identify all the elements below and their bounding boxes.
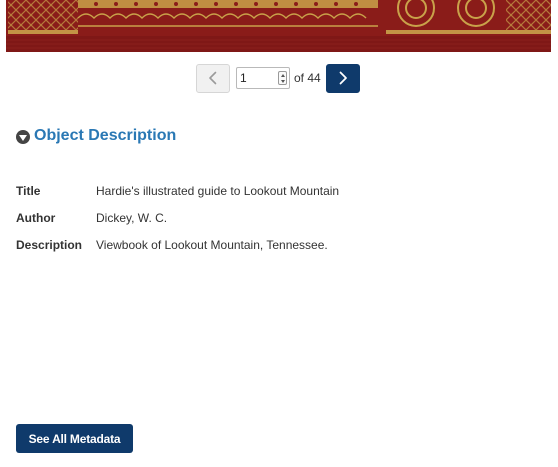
metadata-label: Title: [16, 183, 41, 198]
next-page-button[interactable]: [325, 63, 360, 93]
metadata-label: Description: [16, 237, 83, 252]
page: of 44 Object Description Title Hardie's …: [0, 0, 558, 467]
metadata-row-description: Description Viewbook of Lookout Mountain…: [16, 231, 536, 258]
page-number-input[interactable]: [237, 68, 277, 88]
chevron-left-icon: [209, 71, 217, 85]
metadata-label: Author: [16, 210, 56, 225]
page-count-label: of 44: [294, 71, 321, 85]
cover-image: [6, 0, 551, 52]
metadata-value: Dickey, W. C.: [96, 210, 168, 225]
metadata-row-author: Author Dickey, W. C.: [16, 204, 536, 231]
see-all-metadata-button[interactable]: See All Metadata: [16, 424, 133, 453]
object-description-toggle[interactable]: Object Description: [16, 127, 176, 145]
chevron-right-icon: [339, 71, 347, 85]
previous-page-button[interactable]: [196, 63, 230, 93]
metadata-value: Viewbook of Lookout Mountain, Tennessee.: [96, 237, 328, 252]
page-navigation: of 44: [196, 63, 360, 93]
cover-pattern: [6, 0, 551, 52]
section-title: Object Description: [34, 127, 177, 144]
page-number-field[interactable]: [236, 67, 290, 89]
collapse-down-circle-icon: [16, 129, 30, 144]
metadata-value: Hardie's illustrated guide to Lookout Mo…: [96, 183, 340, 198]
metadata-row-title: Title Hardie's illustrated guide to Look…: [16, 177, 536, 204]
page-stepper[interactable]: [278, 71, 287, 85]
metadata-list: Title Hardie's illustrated guide to Look…: [16, 177, 536, 258]
